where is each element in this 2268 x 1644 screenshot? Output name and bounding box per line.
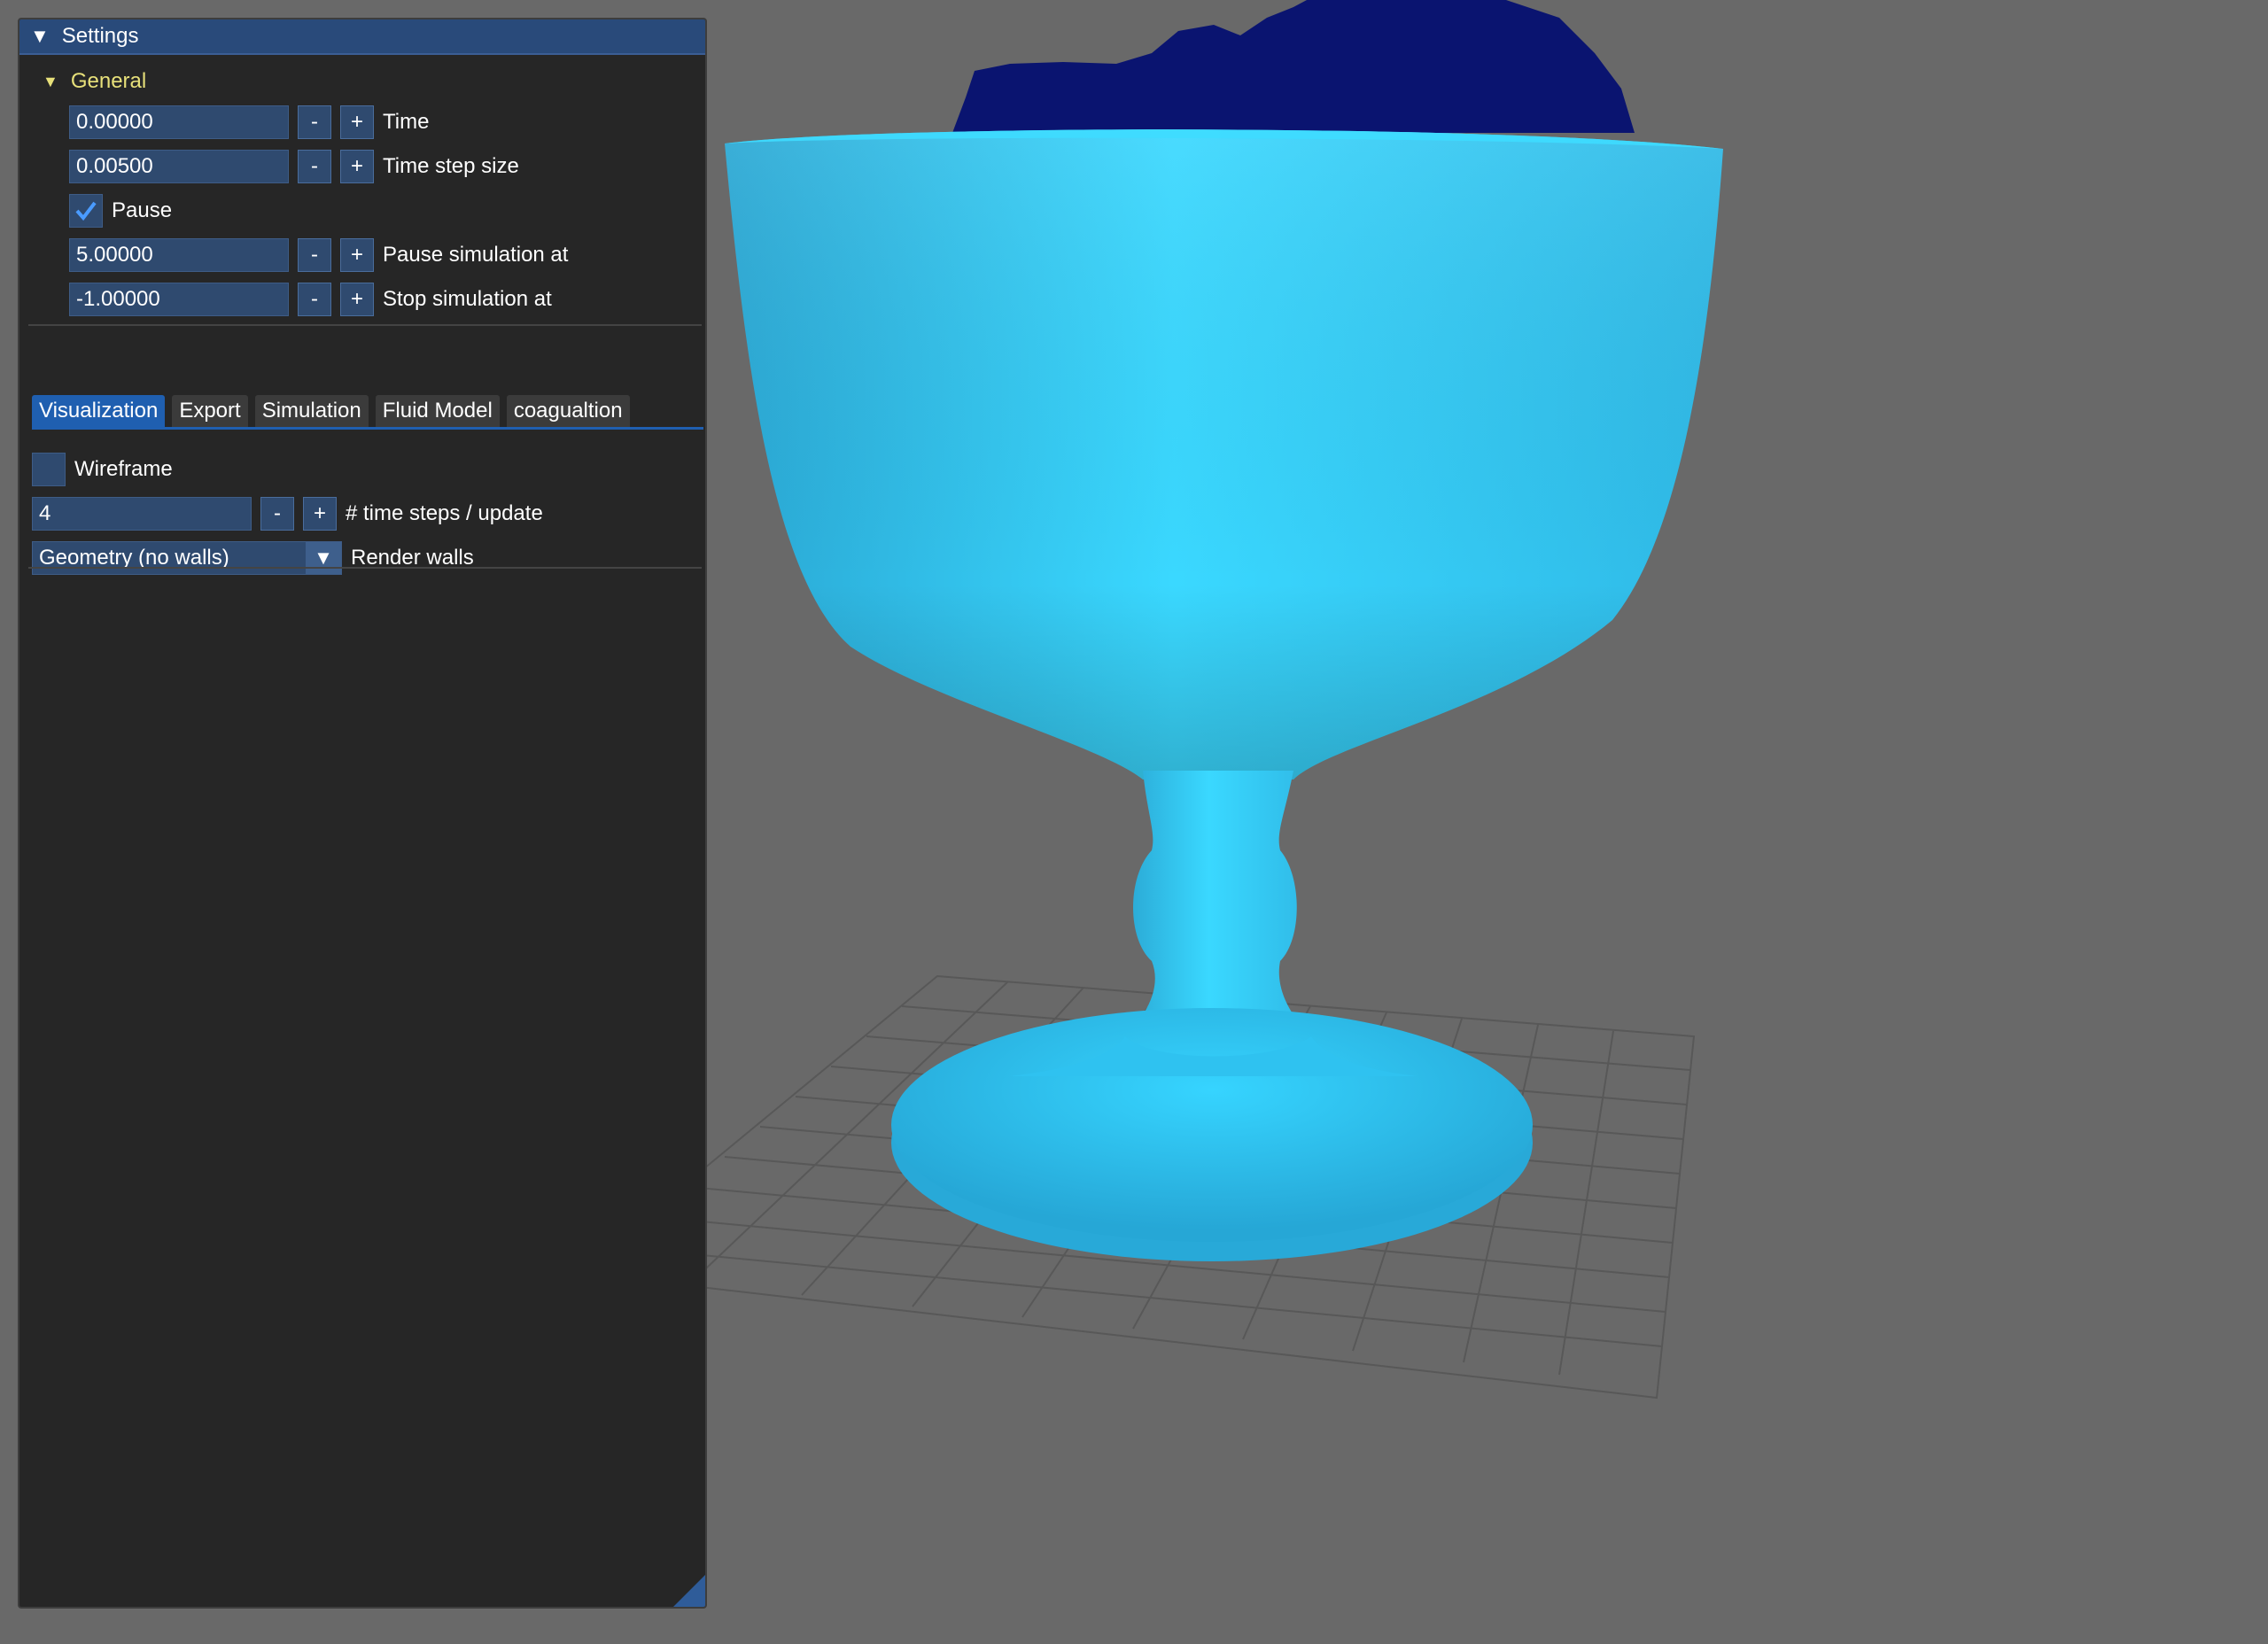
pause-row: Pause: [69, 193, 172, 229]
stop-at-input[interactable]: -1.00000: [69, 283, 289, 316]
steps-row: 4 - + # time steps / update: [32, 496, 543, 531]
steps-input[interactable]: 4: [32, 497, 252, 531]
time-step-increment-button[interactable]: +: [340, 150, 374, 183]
render-walls-value: Geometry (no walls): [39, 546, 229, 570]
expand-triangle-icon: ▼: [43, 72, 58, 90]
pause-at-label: Pause simulation at: [383, 243, 569, 267]
resize-grip-icon[interactable]: [673, 1575, 705, 1607]
dropdown-arrow-icon[interactable]: ▼: [306, 542, 341, 574]
time-row: 0.00000 - + Time: [69, 105, 429, 140]
steps-increment-button[interactable]: +: [303, 497, 337, 531]
collapse-triangle-icon[interactable]: ▼: [30, 25, 50, 48]
tab-visualization[interactable]: Visualization: [32, 395, 166, 427]
render-walls-select[interactable]: Geometry (no walls) ▼: [32, 541, 342, 575]
goblet-base: [891, 1008, 1533, 1242]
stop-at-label: Stop simulation at: [383, 287, 552, 311]
pause-label: Pause: [112, 198, 173, 222]
pause-checkbox[interactable]: [69, 194, 103, 228]
tab-bar: Visualization Export Simulation Fluid Mo…: [32, 395, 637, 427]
stop-at-decrement-button[interactable]: -: [298, 283, 331, 316]
settings-title: Settings: [61, 24, 139, 48]
time-input[interactable]: 0.00000: [69, 105, 289, 139]
checkmark-icon: [75, 201, 97, 221]
tab-export[interactable]: Export: [172, 395, 248, 427]
wireframe-label: Wireframe: [74, 457, 173, 481]
fluid-particles: [952, 0, 1635, 133]
stop-at-row: -1.00000 - + Stop simulation at: [69, 282, 552, 317]
wireframe-checkbox[interactable]: [32, 453, 66, 486]
settings-titlebar[interactable]: ▼ Settings: [19, 19, 705, 55]
general-section-header[interactable]: ▼ General: [43, 69, 146, 94]
time-step-row: 0.00500 - + Time step size: [69, 149, 519, 184]
time-step-input[interactable]: 0.00500: [69, 150, 289, 183]
pause-at-increment-button[interactable]: +: [340, 238, 374, 272]
tab-simulation[interactable]: Simulation: [254, 395, 369, 427]
general-label: General: [70, 69, 147, 93]
settings-panel: ▼ Settings ▼ General 0.00000 - + Time 0.…: [18, 18, 707, 1609]
goblet-stem: [1125, 771, 1311, 1036]
separator: [28, 567, 702, 569]
time-increment-button[interactable]: +: [340, 105, 374, 139]
steps-label: # time steps / update: [346, 501, 543, 525]
time-decrement-button[interactable]: -: [298, 105, 331, 139]
steps-decrement-button[interactable]: -: [260, 497, 294, 531]
tab-fluid-model[interactable]: Fluid Model: [375, 395, 500, 427]
render-walls-row: Geometry (no walls) ▼ Render walls: [32, 540, 474, 576]
tab-underline: [32, 427, 703, 430]
time-label: Time: [383, 110, 430, 134]
pause-at-row: 5.00000 - + Pause simulation at: [69, 237, 568, 273]
pause-at-decrement-button[interactable]: -: [298, 238, 331, 272]
pause-at-input[interactable]: 5.00000: [69, 238, 289, 272]
time-step-decrement-button[interactable]: -: [298, 150, 331, 183]
tab-coagualtion[interactable]: coagualtion: [506, 395, 630, 427]
separator: [28, 324, 702, 326]
wireframe-row: Wireframe: [32, 452, 173, 487]
stop-at-increment-button[interactable]: +: [340, 283, 374, 316]
time-step-label: Time step size: [383, 154, 519, 178]
